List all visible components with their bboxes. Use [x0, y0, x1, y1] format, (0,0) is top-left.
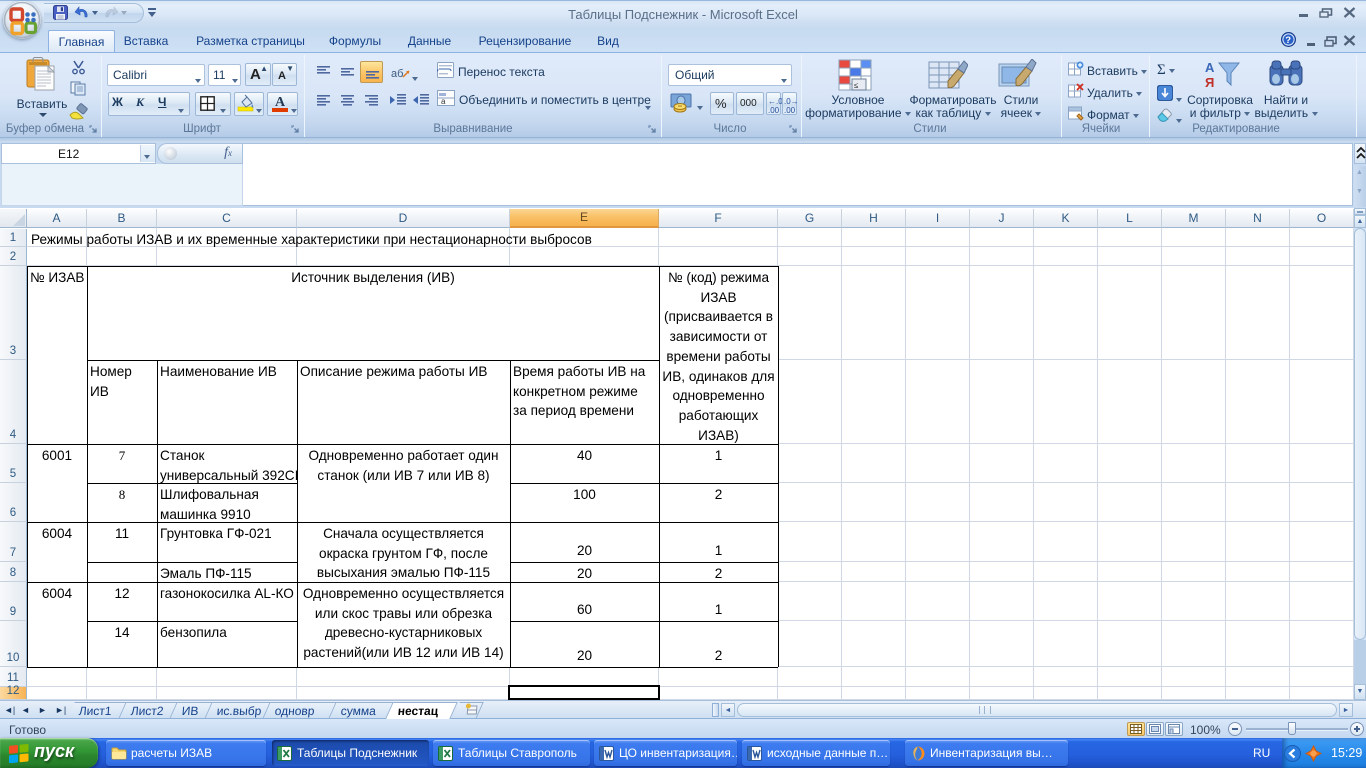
svg-text:?: ?	[1285, 35, 1291, 46]
svg-text:А: А	[1205, 60, 1215, 75]
svg-text:a: a	[441, 97, 446, 106]
svg-text:аб: аб	[391, 68, 403, 80]
svg-text:≤: ≤	[854, 81, 859, 90]
svg-text:Я: Я	[1205, 75, 1214, 90]
